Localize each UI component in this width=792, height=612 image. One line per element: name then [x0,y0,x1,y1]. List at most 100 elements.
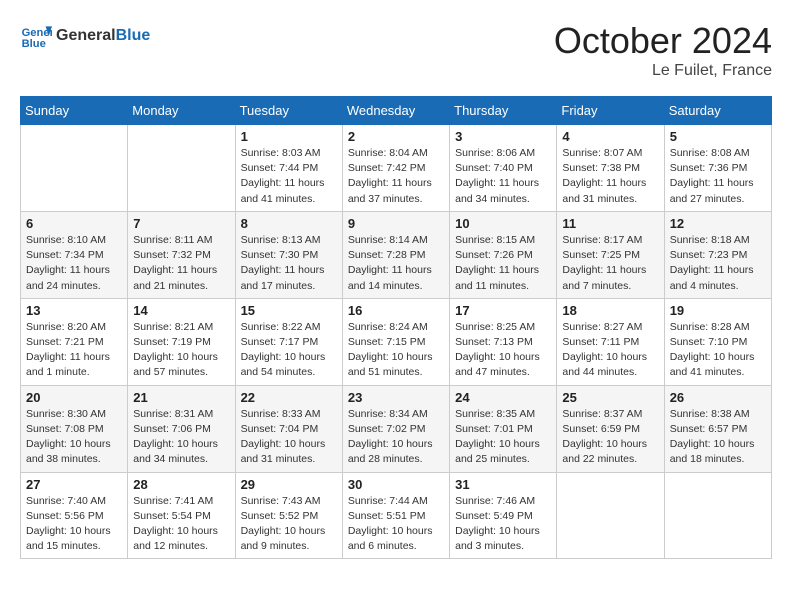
day-info: Sunrise: 8:17 AM Sunset: 7:25 PM Dayligh… [562,233,658,294]
logo-text: GeneralBlue [56,27,150,45]
day-info: Sunrise: 7:43 AM Sunset: 5:52 PM Dayligh… [241,494,337,555]
day-info: Sunrise: 8:06 AM Sunset: 7:40 PM Dayligh… [455,146,551,207]
day-info: Sunrise: 8:33 AM Sunset: 7:04 PM Dayligh… [241,407,337,468]
column-header-friday: Friday [557,97,664,125]
day-info: Sunrise: 8:07 AM Sunset: 7:38 PM Dayligh… [562,146,658,207]
column-header-sunday: Sunday [21,97,128,125]
day-number: 15 [241,303,337,318]
calendar-cell: 11 Sunrise: 8:17 AM Sunset: 7:25 PM Dayli… [557,211,664,298]
calendar-cell: 25 Sunrise: 8:37 AM Sunset: 6:59 PM Dayli… [557,385,664,472]
day-number: 27 [26,477,122,492]
calendar-cell: 21 Sunrise: 8:31 AM Sunset: 7:06 PM Dayli… [128,385,235,472]
calendar-cell: 16Sunrise: 8:24 AM Sunset: 7:15 PM Dayli… [342,298,449,385]
day-info: Sunrise: 8:27 AM Sunset: 7:11 PM Dayligh… [562,320,658,381]
day-info: Sunrise: 8:14 AM Sunset: 7:28 PM Dayligh… [348,233,444,294]
calendar-cell: 17 Sunrise: 8:25 AM Sunset: 7:13 PM Dayli… [450,298,557,385]
day-info: Sunrise: 7:40 AM Sunset: 5:56 PM Dayligh… [26,494,122,555]
calendar-cell: 30 Sunrise: 7:44 AM Sunset: 5:51 PM Dayli… [342,472,449,559]
title-area: October 2024 Le Fuilet, France [554,20,772,80]
calendar: SundayMondayTuesdayWednesdayThursdayFrid… [20,96,772,559]
calendar-cell: 8Sunrise: 8:13 AM Sunset: 7:30 PM Daylig… [235,211,342,298]
logo-icon: General Blue [20,20,52,52]
day-info: Sunrise: 8:30 AM Sunset: 7:08 PM Dayligh… [26,407,122,468]
day-info: Sunrise: 8:22 AM Sunset: 7:17 PM Dayligh… [241,320,337,381]
svg-text:Blue: Blue [22,38,46,50]
calendar-cell: 22 Sunrise: 8:33 AM Sunset: 7:04 PM Dayli… [235,385,342,472]
column-header-saturday: Saturday [664,97,771,125]
calendar-cell [557,472,664,559]
calendar-cell: 6Sunrise: 8:10 AM Sunset: 7:34 PM Daylig… [21,211,128,298]
calendar-cell: 29 Sunrise: 7:43 AM Sunset: 5:52 PM Dayli… [235,472,342,559]
day-number: 20 [26,390,122,405]
calendar-cell: 12 Sunrise: 8:18 AM Sunset: 7:23 PM Dayli… [664,211,771,298]
day-number: 4 [562,129,658,144]
day-info: Sunrise: 7:41 AM Sunset: 5:54 PM Dayligh… [133,494,229,555]
day-number: 1 [241,129,337,144]
day-number: 17 [455,303,551,318]
calendar-header-row: SundayMondayTuesdayWednesdayThursdayFrid… [21,97,772,125]
day-number: 18 [562,303,658,318]
column-header-wednesday: Wednesday [342,97,449,125]
calendar-cell: 26Sunrise: 8:38 AM Sunset: 6:57 PM Dayli… [664,385,771,472]
calendar-cell: 9 Sunrise: 8:14 AM Sunset: 7:28 PM Daylig… [342,211,449,298]
calendar-cell [128,125,235,212]
day-number: 7 [133,216,229,231]
logo: General Blue GeneralBlue [20,20,150,52]
calendar-cell: 19 Sunrise: 8:28 AM Sunset: 7:10 PM Dayli… [664,298,771,385]
day-number: 2 [348,129,444,144]
calendar-cell: 13Sunrise: 8:20 AM Sunset: 7:21 PM Dayli… [21,298,128,385]
calendar-cell: 28 Sunrise: 7:41 AM Sunset: 5:54 PM Dayli… [128,472,235,559]
day-number: 21 [133,390,229,405]
day-number: 30 [348,477,444,492]
calendar-cell: 3 Sunrise: 8:06 AM Sunset: 7:40 PM Daylig… [450,125,557,212]
day-info: Sunrise: 8:18 AM Sunset: 7:23 PM Dayligh… [670,233,766,294]
column-header-tuesday: Tuesday [235,97,342,125]
calendar-week-row: 20 Sunrise: 8:30 AM Sunset: 7:08 PM Dayli… [21,385,772,472]
calendar-week-row: 6Sunrise: 8:10 AM Sunset: 7:34 PM Daylig… [21,211,772,298]
calendar-cell: 31 Sunrise: 7:46 AM Sunset: 5:49 PM Dayli… [450,472,557,559]
calendar-cell: 20 Sunrise: 8:30 AM Sunset: 7:08 PM Dayli… [21,385,128,472]
calendar-week-row: 27 Sunrise: 7:40 AM Sunset: 5:56 PM Dayli… [21,472,772,559]
day-number: 8 [241,216,337,231]
day-number: 29 [241,477,337,492]
day-info: Sunrise: 8:28 AM Sunset: 7:10 PM Dayligh… [670,320,766,381]
calendar-cell: 10 Sunrise: 8:15 AM Sunset: 7:26 PM Dayli… [450,211,557,298]
day-number: 28 [133,477,229,492]
day-number: 6 [26,216,122,231]
day-info: Sunrise: 8:11 AM Sunset: 7:32 PM Dayligh… [133,233,229,294]
day-info: Sunrise: 8:15 AM Sunset: 7:26 PM Dayligh… [455,233,551,294]
day-info: Sunrise: 8:03 AM Sunset: 7:44 PM Dayligh… [241,146,337,207]
calendar-week-row: 13Sunrise: 8:20 AM Sunset: 7:21 PM Dayli… [21,298,772,385]
day-number: 31 [455,477,551,492]
day-number: 22 [241,390,337,405]
day-number: 10 [455,216,551,231]
calendar-cell: 24Sunrise: 8:35 AM Sunset: 7:01 PM Dayli… [450,385,557,472]
day-info: Sunrise: 8:25 AM Sunset: 7:13 PM Dayligh… [455,320,551,381]
calendar-cell: 23Sunrise: 8:34 AM Sunset: 7:02 PM Dayli… [342,385,449,472]
day-number: 13 [26,303,122,318]
day-info: Sunrise: 8:31 AM Sunset: 7:06 PM Dayligh… [133,407,229,468]
calendar-cell: 2 Sunrise: 8:04 AM Sunset: 7:42 PM Daylig… [342,125,449,212]
column-header-thursday: Thursday [450,97,557,125]
day-info: Sunrise: 8:08 AM Sunset: 7:36 PM Dayligh… [670,146,766,207]
calendar-cell: 15 Sunrise: 8:22 AM Sunset: 7:17 PM Dayli… [235,298,342,385]
day-info: Sunrise: 7:44 AM Sunset: 5:51 PM Dayligh… [348,494,444,555]
day-number: 11 [562,216,658,231]
day-number: 9 [348,216,444,231]
month-title: October 2024 [554,20,772,62]
day-info: Sunrise: 8:04 AM Sunset: 7:42 PM Dayligh… [348,146,444,207]
day-number: 16 [348,303,444,318]
day-number: 19 [670,303,766,318]
day-info: Sunrise: 8:37 AM Sunset: 6:59 PM Dayligh… [562,407,658,468]
day-number: 24 [455,390,551,405]
day-number: 12 [670,216,766,231]
calendar-cell: 18 Sunrise: 8:27 AM Sunset: 7:11 PM Dayli… [557,298,664,385]
calendar-week-row: 1 Sunrise: 8:03 AM Sunset: 7:44 PM Daylig… [21,125,772,212]
day-info: Sunrise: 8:21 AM Sunset: 7:19 PM Dayligh… [133,320,229,381]
day-number: 23 [348,390,444,405]
day-info: Sunrise: 7:46 AM Sunset: 5:49 PM Dayligh… [455,494,551,555]
day-number: 3 [455,129,551,144]
day-number: 26 [670,390,766,405]
day-number: 25 [562,390,658,405]
calendar-cell: 14Sunrise: 8:21 AM Sunset: 7:19 PM Dayli… [128,298,235,385]
